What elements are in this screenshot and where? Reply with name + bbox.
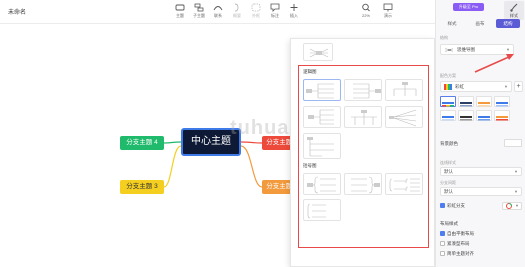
app-window: 未命名 主题 子主题 联系 概要 外框 标注 插入 22% 演示 分支主题 4 … bbox=[0, 0, 525, 267]
relation-icon bbox=[213, 6, 223, 11]
option-compact[interactable]: 紧凑型布局 bbox=[440, 241, 470, 247]
zoom-icon bbox=[362, 3, 370, 12]
insert-icon bbox=[290, 4, 298, 11]
palette-icon bbox=[444, 84, 452, 90]
bracket-chart-heading: 括号图 bbox=[303, 163, 317, 168]
tab-style[interactable]: 样式 bbox=[440, 19, 464, 28]
chevron-down-icon: ▼ bbox=[506, 47, 510, 52]
logic-layout-option-6[interactable] bbox=[385, 106, 423, 128]
checkbox-checked-icon bbox=[440, 203, 445, 208]
logic-chart-heading: 逻辑图 bbox=[303, 69, 317, 74]
swatch-preview bbox=[496, 102, 508, 107]
chevron-down-icon: ▼ bbox=[515, 203, 519, 208]
logic-org-icon bbox=[307, 137, 334, 157]
structure-select[interactable]: 思维导图 ▼ bbox=[440, 44, 514, 55]
tab-canvas[interactable]: 画布 bbox=[468, 19, 492, 28]
swatch-6[interactable] bbox=[458, 110, 474, 121]
swatch-preview bbox=[442, 102, 454, 107]
properties-panel: 升级至 Pro 样式 样式 画布 结构 结构 思维导图 ▼ 配色方案 彩虹 ▼ … bbox=[435, 0, 525, 267]
swatch-3[interactable] bbox=[476, 96, 492, 107]
branch-topic-4[interactable]: 分支主题 4 bbox=[120, 136, 164, 150]
summary-icon bbox=[234, 3, 239, 12]
logic-layout-option-7[interactable] bbox=[303, 133, 341, 159]
bracket-vertical-icon bbox=[307, 203, 326, 219]
checkbox-icon bbox=[440, 241, 445, 246]
swatch-4[interactable] bbox=[494, 96, 510, 107]
logic-fan-icon bbox=[389, 109, 417, 127]
swatch-preview bbox=[496, 116, 508, 121]
color-wheel-icon bbox=[506, 203, 512, 209]
tab-structure[interactable]: 结构 bbox=[496, 19, 520, 28]
color-scheme-select[interactable]: 彩虹 ▼ bbox=[440, 81, 512, 92]
logic-layout-option-4[interactable] bbox=[303, 106, 341, 128]
add-color-button[interactable]: + bbox=[514, 81, 523, 92]
mindmap-structure-icon bbox=[309, 48, 329, 58]
document-title[interactable]: 未命名 bbox=[8, 7, 26, 16]
bracket-layout-option-3[interactable] bbox=[385, 173, 423, 195]
bracket-layout-option-4[interactable] bbox=[303, 199, 341, 221]
logic-layout-option-5[interactable] bbox=[344, 106, 382, 128]
branch-spacing-label: 分支间距 bbox=[440, 180, 456, 185]
bracket-layout-option-2[interactable] bbox=[344, 173, 382, 195]
present-icon bbox=[383, 3, 393, 12]
structure-popup: 逻辑图 括号图 bbox=[290, 38, 435, 267]
checkbox-checked-icon bbox=[440, 231, 445, 236]
line-style-select[interactable]: 默认 ▼ bbox=[440, 167, 522, 176]
central-topic[interactable]: 中心主题 bbox=[181, 128, 241, 156]
upgrade-pro-button[interactable]: 升级至 Pro bbox=[453, 3, 484, 11]
branch-topic-3[interactable]: 分支主题 3 bbox=[120, 180, 164, 194]
bracket-right-icon bbox=[307, 176, 336, 194]
insert-button[interactable]: 插入 bbox=[283, 2, 305, 22]
structure-label: 结构 bbox=[440, 35, 448, 40]
bracket-layout-option-1[interactable] bbox=[303, 173, 341, 195]
swatch-preview bbox=[442, 116, 454, 121]
boundary-icon bbox=[251, 3, 261, 12]
background-color-picker[interactable] bbox=[504, 139, 522, 147]
swatch-5[interactable] bbox=[440, 110, 456, 121]
swatch-preview bbox=[460, 102, 472, 107]
zoom-button[interactable]: 22% bbox=[355, 2, 377, 22]
chevron-down-icon: ▼ bbox=[514, 169, 518, 174]
swatch-2[interactable] bbox=[458, 96, 474, 107]
option-free-balance[interactable]: 自由平衡布局 bbox=[440, 231, 474, 237]
checkbox-icon bbox=[440, 251, 445, 256]
color-scheme-label: 配色方案 bbox=[440, 73, 456, 78]
callout-icon bbox=[270, 3, 280, 12]
bracket-multi-icon bbox=[389, 178, 420, 192]
logic-right-icon bbox=[306, 83, 334, 99]
brush-icon bbox=[510, 3, 518, 12]
logic-layout-option-1[interactable] bbox=[303, 79, 341, 101]
logic-layout-option-2[interactable] bbox=[344, 79, 382, 101]
rainbow-color-picker[interactable]: ▼ bbox=[502, 202, 522, 210]
subtopic-icon bbox=[194, 3, 204, 12]
logic-left-icon bbox=[353, 83, 381, 99]
chevron-down-icon: ▼ bbox=[514, 189, 518, 194]
swatch-7[interactable] bbox=[476, 110, 492, 121]
topic-icon bbox=[175, 4, 185, 11]
present-button[interactable]: 演示 bbox=[377, 2, 399, 22]
mindmap-structure-icon bbox=[444, 47, 454, 53]
swatch-8[interactable] bbox=[494, 110, 510, 121]
rainbow-branch-toggle[interactable]: 彩虹分支 bbox=[440, 203, 465, 209]
structure-option-mindmap[interactable] bbox=[303, 43, 333, 61]
bracket-left-icon bbox=[351, 176, 380, 194]
logic-tree-icon bbox=[393, 82, 417, 96]
background-color-label: 背景颜色 bbox=[440, 141, 458, 146]
chevron-down-icon: ▼ bbox=[504, 84, 508, 89]
layout-style-label: 布局样式 bbox=[440, 221, 458, 226]
option-simple-align[interactable]: 简单主题对齐 bbox=[440, 251, 474, 257]
swatch-preview bbox=[478, 102, 490, 107]
panel-tabs: 样式 画布 结构 bbox=[436, 17, 525, 29]
branch-spacing-select[interactable]: 默认 ▼ bbox=[440, 187, 522, 196]
logic-up-icon bbox=[308, 109, 334, 125]
logic-down-icon bbox=[351, 110, 377, 125]
swatch-1[interactable] bbox=[440, 96, 456, 107]
swatch-preview bbox=[460, 116, 472, 121]
swatch-preview bbox=[478, 116, 490, 121]
line-style-label: 连线样式 bbox=[440, 160, 456, 165]
logic-layout-option-3[interactable] bbox=[385, 79, 423, 101]
